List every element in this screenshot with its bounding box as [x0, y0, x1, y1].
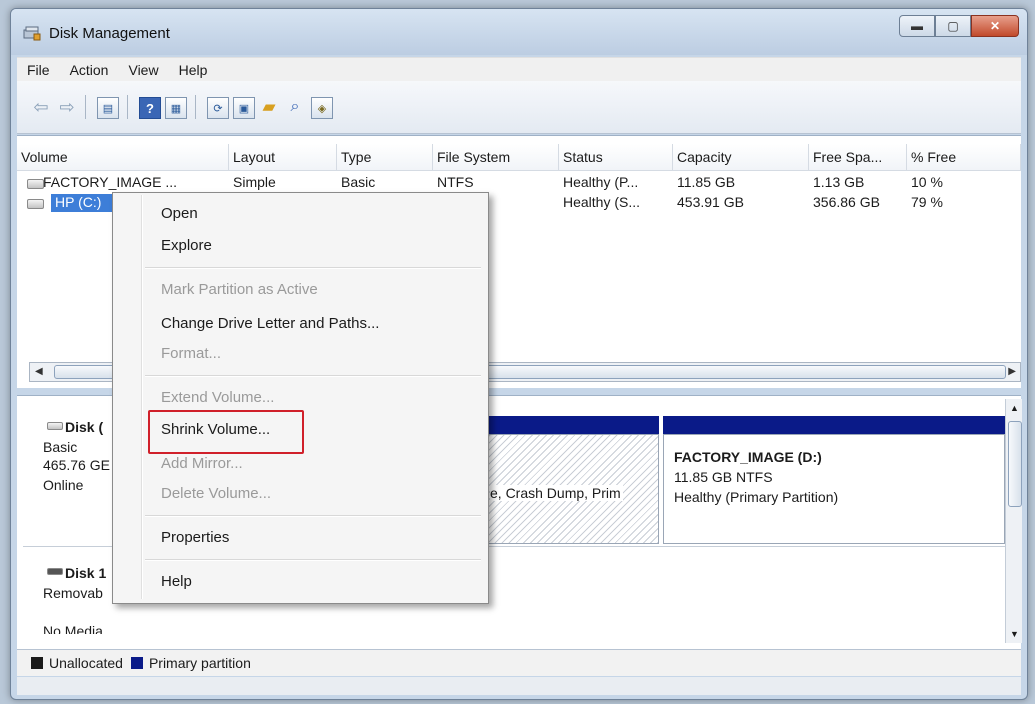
menu-item-help[interactable]: Help	[161, 573, 192, 590]
type-cell: Basic	[341, 174, 376, 190]
disk-management-icon	[23, 26, 41, 41]
legend-unallocated: Unallocated	[49, 655, 123, 671]
volume-icon	[27, 179, 44, 189]
menu-item-explore[interactable]: Explore	[161, 237, 212, 254]
menu-separator	[145, 515, 481, 517]
context-menu: Open Explore Mark Partition as Active Ch…	[112, 192, 489, 604]
scroll-right-icon[interactable]: ▶	[1008, 366, 1016, 377]
properties-icon[interactable]: ▣	[233, 97, 255, 119]
menu-separator	[145, 375, 481, 377]
status-cell: Healthy (P...	[563, 174, 639, 190]
rescan-icon[interactable]: ◈	[311, 97, 333, 119]
help-icon[interactable]: ?	[139, 97, 161, 119]
minimize-button[interactable]: ▬	[899, 15, 935, 37]
volume-icon	[27, 199, 44, 209]
search-icon[interactable]: ⌕	[285, 97, 305, 117]
console-tree-icon[interactable]: ▤	[97, 97, 119, 119]
vertical-scrollbar[interactable]: ▲ ▼	[1005, 399, 1022, 643]
factory-partition-block[interactable]: FACTORY_IMAGE (D:) 11.85 GB NTFS Healthy…	[663, 434, 1005, 544]
disk-1-name: Disk 1	[65, 565, 107, 581]
hp-partition-info: e, Crash Dump, Prim	[490, 485, 623, 501]
toolbar: ⇦ ⇨ ▤ ? ▦ ⟳ ▣ ▰ ⌕ ◈	[17, 81, 1021, 134]
forward-icon[interactable]: ⇨	[57, 97, 77, 117]
caption-buttons: ▬ ▢ ✕	[899, 15, 1019, 37]
shrink-volume-highlight-box	[148, 410, 304, 454]
menu-help[interactable]: Help	[169, 62, 218, 78]
window-title: Disk Management	[49, 25, 170, 42]
file-system-cell: NTFS	[437, 174, 474, 190]
capacity-cell: 11.85 GB	[677, 174, 736, 190]
disk-1-type: Removab	[43, 585, 103, 601]
disk-0-name: Disk (	[65, 419, 104, 435]
status-bar	[17, 677, 1021, 695]
removable-disk-icon	[47, 568, 63, 575]
legend: Unallocated Primary partition	[17, 649, 1021, 676]
scroll-up-icon[interactable]: ▲	[1010, 403, 1019, 413]
menu-item-delete-volume: Delete Volume...	[161, 485, 272, 502]
menu-item-add-mirror: Add Mirror...	[161, 455, 243, 472]
status-cell: Healthy (S...	[563, 194, 641, 210]
disk-0-status: Online	[43, 477, 84, 493]
disk-0-size: 465.76 GE	[43, 457, 110, 473]
scroll-left-icon[interactable]: ◀	[35, 366, 43, 377]
disk-1-status: No Media	[43, 623, 103, 634]
close-button[interactable]: ✕	[971, 15, 1019, 37]
layout-cell: Simple	[233, 174, 276, 190]
open-folder-icon[interactable]: ▰	[259, 97, 279, 117]
column-volume[interactable]: Volume	[17, 144, 229, 170]
column-free-space[interactable]: Free Spa...	[809, 144, 907, 170]
disk-0-type: Basic	[43, 439, 78, 455]
column-type[interactable]: Type	[337, 144, 433, 170]
refresh-icon[interactable]: ⟳	[207, 97, 229, 119]
menu-view[interactable]: View	[118, 62, 168, 78]
volume-name: HP (C:)	[55, 194, 102, 210]
primary-swatch	[130, 657, 143, 669]
menu-item-change-drive-letter[interactable]: Change Drive Letter and Paths...	[161, 315, 379, 332]
menu-separator	[145, 267, 481, 269]
factory-partition-header	[663, 416, 1007, 434]
disk-icon	[47, 422, 63, 430]
legend-primary: Primary partition	[148, 655, 251, 671]
scroll-down-icon[interactable]: ▼	[1010, 629, 1019, 639]
percent-free-cell: 79 %	[911, 194, 943, 210]
view-icon[interactable]: ▦	[165, 97, 187, 119]
factory-partition-size: 11.85 GB NTFS	[674, 469, 773, 485]
menu-action[interactable]: Action	[60, 62, 119, 78]
menu-item-properties[interactable]: Properties	[161, 529, 229, 546]
maximize-button[interactable]: ▢	[935, 15, 971, 37]
menu-item-open[interactable]: Open	[161, 205, 198, 222]
volume-name: FACTORY_IMAGE ...	[43, 174, 178, 190]
percent-free-cell: 10 %	[911, 174, 943, 190]
column-capacity[interactable]: Capacity	[673, 144, 809, 170]
toolbar-separator	[127, 95, 128, 119]
column-percent-free[interactable]: % Free	[907, 144, 1021, 170]
menu-bar: File Action View Help	[17, 57, 1021, 82]
menu-item-format: Format...	[161, 345, 222, 362]
title-bar: Disk Management ▬ ▢ ✕	[11, 9, 1027, 55]
context-menu-gutter	[141, 195, 143, 599]
column-file-system[interactable]: File System	[433, 144, 559, 170]
toolbar-separator	[195, 95, 196, 119]
menu-file[interactable]: File	[17, 62, 60, 78]
factory-partition-name: FACTORY_IMAGE (D:)	[674, 449, 822, 465]
free-space-cell: 1.13 GB	[813, 174, 865, 190]
back-icon[interactable]: ⇦	[31, 97, 51, 117]
scrollbar-thumb[interactable]	[1008, 421, 1022, 507]
menu-item-mark-active: Mark Partition as Active	[161, 281, 318, 298]
capacity-cell: 453.91 GB	[677, 194, 744, 210]
toolbar-separator	[85, 95, 86, 119]
menu-separator	[145, 559, 481, 561]
factory-partition-status: Healthy (Primary Partition)	[674, 489, 839, 505]
menu-item-extend-volume: Extend Volume...	[161, 389, 275, 406]
column-layout[interactable]: Layout	[229, 144, 337, 170]
unallocated-swatch	[31, 657, 43, 669]
column-status[interactable]: Status	[559, 144, 673, 170]
free-space-cell: 356.86 GB	[813, 194, 880, 210]
